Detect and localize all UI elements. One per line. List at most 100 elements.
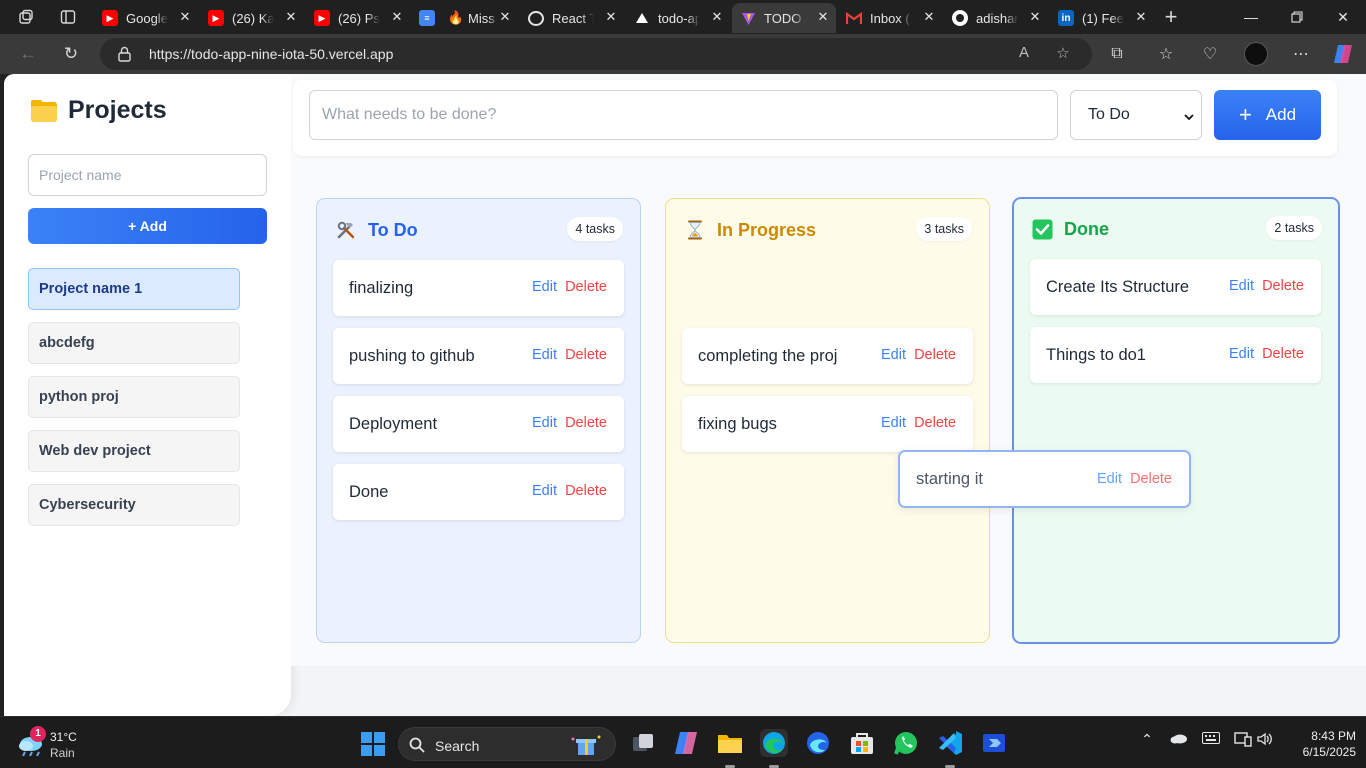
tab-4[interactable]: ≡ <box>412 3 442 33</box>
close-window-icon[interactable]: ✕ <box>1320 0 1366 34</box>
task-card[interactable]: Done Edit Delete <box>333 464 624 520</box>
edit-task-button[interactable]: Edit <box>1229 278 1254 294</box>
browser-essentials-icon[interactable]: ♡ <box>1197 42 1223 66</box>
workspaces-icon[interactable] <box>13 5 39 29</box>
close-tab-icon[interactable]: ✕ <box>498 10 512 24</box>
delete-task-button[interactable]: Delete <box>565 415 607 431</box>
close-tab-icon[interactable]: ✕ <box>1028 10 1042 24</box>
delete-task-button[interactable]: Delete <box>1262 346 1304 362</box>
project-item[interactable]: abcdefg <box>28 322 240 364</box>
tab-1[interactable]: ▶ Google S ✕ <box>94 3 198 33</box>
task-card[interactable]: Deployment Edit Delete <box>333 396 624 452</box>
tab-8-active[interactable]: TODO A ✕ <box>732 3 836 33</box>
delete-task-button[interactable]: Delete <box>565 279 607 295</box>
system-clock[interactable]: 8:43 PM 6/15/2025 <box>1276 728 1356 760</box>
network-icon[interactable] <box>1232 731 1254 750</box>
task-card[interactable]: pushing to github Edit Delete <box>333 328 624 384</box>
close-tab-icon[interactable]: ✕ <box>1134 10 1148 24</box>
edge-browser-icon[interactable] <box>760 729 788 768</box>
delete-task-button[interactable]: Delete <box>914 415 956 431</box>
column-todo[interactable]: To Do 4 tasks finalizing Edit Delete pus… <box>316 198 641 643</box>
close-tab-icon[interactable]: ✕ <box>284 10 298 24</box>
edit-task-button[interactable]: Edit <box>1229 346 1254 362</box>
windows-taskbar: 1 31°C Rain Search ⌃ 8:43 PM 6/15/2025 <box>0 716 1366 768</box>
back-arrow-icon[interactable]: ← <box>14 42 42 66</box>
task-card[interactable]: completing the proj Edit Delete <box>682 328 973 384</box>
favorite-star-icon[interactable]: ☆ <box>1052 44 1074 64</box>
edit-task-button[interactable]: Edit <box>532 347 557 363</box>
tab-9[interactable]: Inbox (1 ✕ <box>838 3 942 33</box>
url-text: https://todo-app-nine-iota-50.vercel.app <box>149 46 394 62</box>
more-menu-icon[interactable]: ⋯ <box>1288 42 1314 66</box>
tab-7[interactable]: todo-ap ✕ <box>626 3 730 33</box>
project-item[interactable]: Cybersecurity <box>28 484 240 526</box>
read-aloud-icon[interactable]: A <box>1013 44 1035 64</box>
task-card[interactable]: Things to do1 Edit Delete <box>1030 327 1321 383</box>
project-name-input[interactable] <box>28 154 267 196</box>
copilot-icon[interactable] <box>1330 42 1356 66</box>
edit-task-button[interactable]: Edit <box>881 415 906 431</box>
profile-avatar[interactable] <box>1243 42 1269 66</box>
restore-icon[interactable] <box>1274 0 1320 34</box>
tab-10[interactable]: adishanl ✕ <box>944 3 1048 33</box>
weather-widget[interactable]: 1 31°C Rain <box>16 726 116 762</box>
vscode-icon[interactable] <box>936 729 964 768</box>
status-select[interactable]: To Do <box>1070 90 1202 140</box>
onedrive-icon[interactable] <box>1168 731 1190 747</box>
projects-sidebar: Projects + Add Project name 1 abcdefg py… <box>4 74 291 716</box>
delete-task-button[interactable]: Delete <box>565 347 607 363</box>
keyboard-icon[interactable] <box>1200 731 1222 747</box>
edit-task-button[interactable]: Edit <box>881 347 906 363</box>
close-tab-icon[interactable]: ✕ <box>710 10 724 24</box>
column-done[interactable]: Done 2 tasks Create Its Structure Edit D… <box>1012 197 1340 644</box>
project-item-selected[interactable]: Project name 1 <box>28 268 240 310</box>
edge-dev-icon[interactable] <box>804 729 832 757</box>
vertical-tabs-icon[interactable] <box>55 5 81 29</box>
tab-11[interactable]: in (1) Feed ✕ <box>1050 3 1154 33</box>
add-task-label: Add <box>1265 105 1297 124</box>
windows-start-icon[interactable] <box>361 732 385 756</box>
close-tab-icon[interactable]: ✕ <box>604 10 618 24</box>
new-task-input[interactable] <box>309 90 1058 140</box>
project-item[interactable]: python proj <box>28 376 240 418</box>
minimize-icon[interactable]: — <box>1228 0 1274 34</box>
copilot-app-icon[interactable] <box>672 729 700 757</box>
tab-2[interactable]: ▶ (26) Kav ✕ <box>200 3 304 33</box>
power-automate-icon[interactable] <box>980 729 1008 757</box>
delete-task-button[interactable]: Delete <box>565 483 607 499</box>
delete-task-button[interactable]: Delete <box>1262 278 1304 294</box>
dragging-task-card[interactable]: starting it Edit Delete <box>898 450 1191 508</box>
add-project-button[interactable]: + Add <box>28 208 267 244</box>
add-task-button[interactable]: + Add <box>1214 90 1321 140</box>
edit-task-button[interactable]: Edit <box>532 483 557 499</box>
extensions-icon[interactable]: ⧉ <box>1104 42 1130 66</box>
taskbar-search[interactable]: Search <box>398 727 616 761</box>
close-tab-icon[interactable]: ✕ <box>922 10 936 24</box>
task-card[interactable]: finalizing Edit Delete <box>333 260 624 316</box>
new-tab-icon[interactable]: + <box>1158 4 1184 29</box>
file-explorer-icon[interactable] <box>716 729 744 768</box>
delete-task-button[interactable]: Delete <box>1130 471 1172 487</box>
column-in-progress[interactable]: In Progress 3 tasks completing the proj … <box>665 198 990 643</box>
refresh-icon[interactable]: ↻ <box>57 42 85 66</box>
tab-6[interactable]: React Ty ✕ <box>520 3 624 33</box>
microsoft-store-icon[interactable] <box>848 729 876 757</box>
edit-task-button[interactable]: Edit <box>1097 471 1122 487</box>
favorites-icon[interactable]: ☆ <box>1153 42 1179 66</box>
whatsapp-icon[interactable] <box>892 729 920 757</box>
chevron-up-icon[interactable]: ⌃ <box>1136 731 1158 748</box>
task-card[interactable]: Create Its Structure Edit Delete <box>1030 259 1321 315</box>
task-view-icon[interactable] <box>629 729 657 757</box>
url-field[interactable]: https://todo-app-nine-iota-50.vercel.app… <box>100 38 1092 70</box>
edit-task-button[interactable]: Edit <box>532 279 557 295</box>
project-item[interactable]: Web dev project <box>28 430 240 472</box>
task-card[interactable]: fixing bugs Edit Delete <box>682 396 973 452</box>
close-tab-icon[interactable]: ✕ <box>816 10 830 24</box>
tab-3[interactable]: ▶ (26) Psyc ✕ <box>306 3 410 33</box>
close-tab-icon[interactable]: ✕ <box>178 10 192 24</box>
volume-icon[interactable] <box>1254 731 1276 750</box>
tab-5[interactable]: 🔥 Miss ✕ <box>442 3 518 33</box>
edit-task-button[interactable]: Edit <box>532 415 557 431</box>
close-tab-icon[interactable]: ✕ <box>390 10 404 24</box>
delete-task-button[interactable]: Delete <box>914 347 956 363</box>
